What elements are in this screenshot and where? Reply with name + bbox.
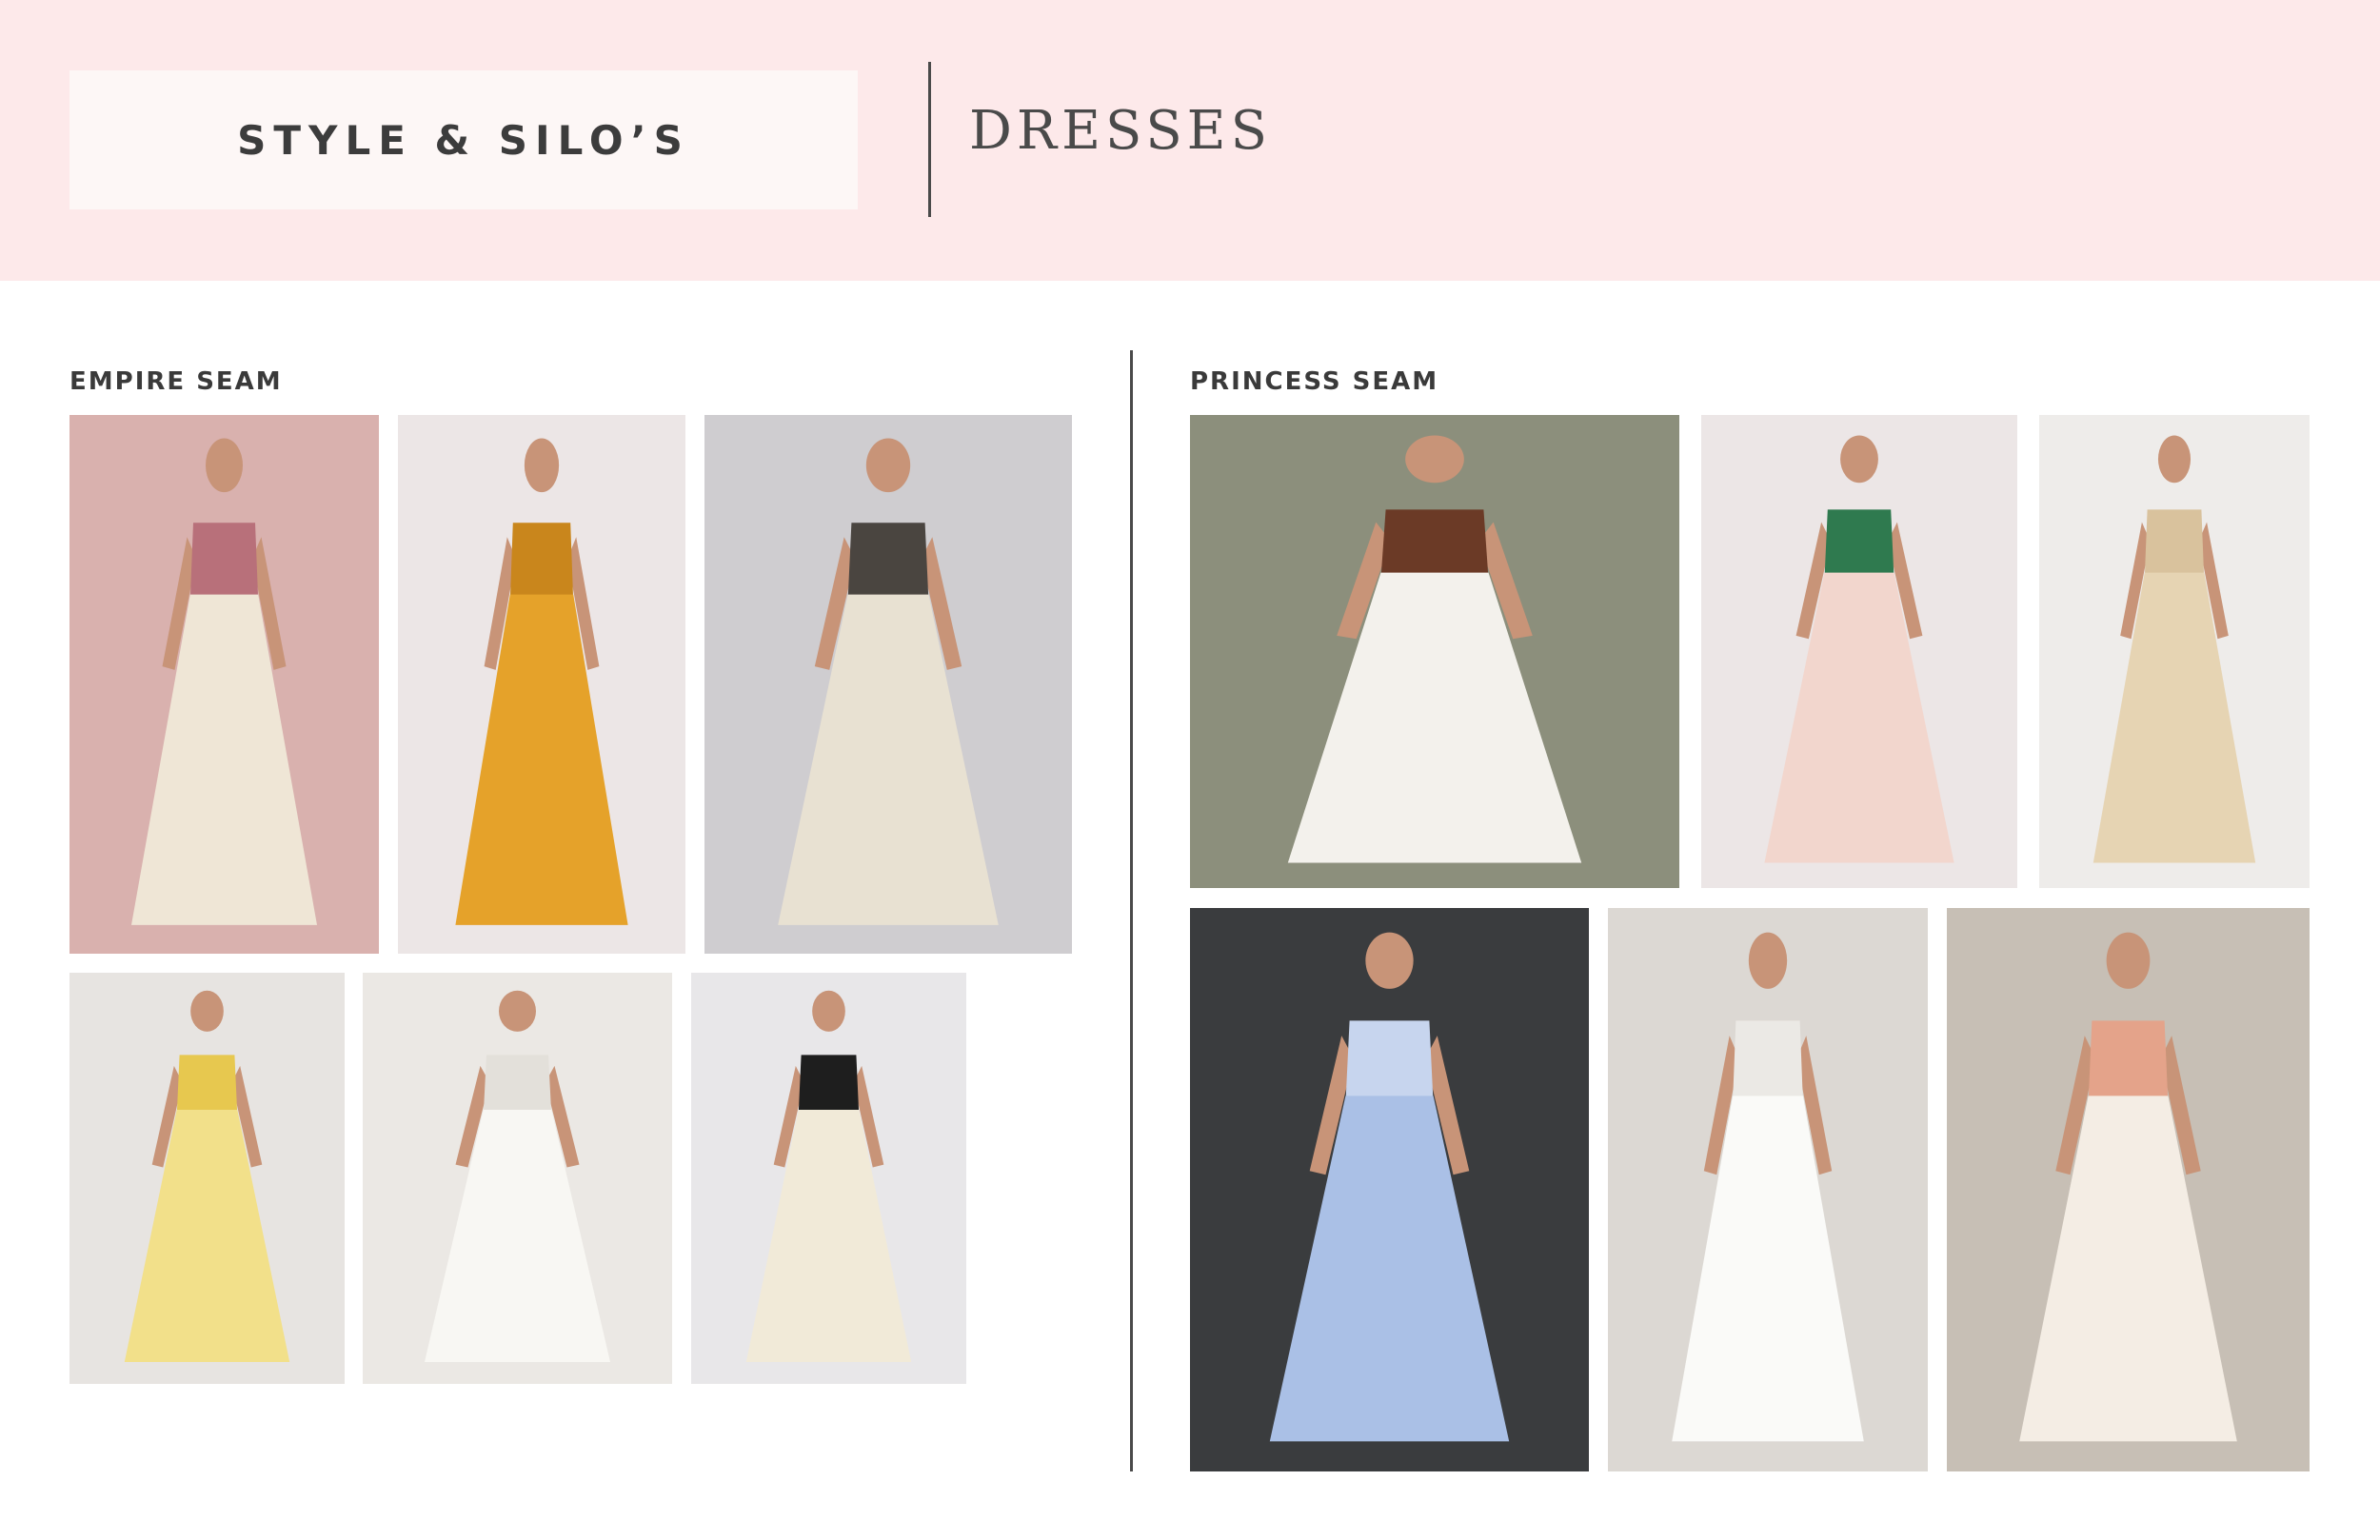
model-head xyxy=(1365,932,1414,989)
dress-photo-image xyxy=(1701,415,2017,888)
dress-photo-image xyxy=(704,415,1072,954)
brand-title: STYLE & SILO’S xyxy=(237,116,690,164)
dress-bodice xyxy=(189,523,259,602)
dress-bodice xyxy=(1345,1020,1434,1104)
model-head xyxy=(206,438,243,493)
dress-bodice xyxy=(1824,509,1894,580)
brand-box: STYLE & SILO’S xyxy=(69,70,858,209)
dress-bodice xyxy=(509,523,574,602)
category-title: DRESSES xyxy=(969,100,1272,162)
model-head xyxy=(2157,435,2192,484)
model-head xyxy=(1748,932,1788,989)
model-head xyxy=(1405,435,1464,484)
section-label-empire-seam: EMPIRE SEAM xyxy=(69,367,283,396)
page-header: STYLE & SILO’S DRESSES xyxy=(0,0,2380,281)
dress-bodice xyxy=(798,1055,860,1116)
model-head xyxy=(190,990,224,1032)
dress-bodice xyxy=(176,1055,238,1116)
dress-photo[interactable] xyxy=(1947,908,2310,1471)
model-head xyxy=(2106,932,2151,989)
dress-photo[interactable] xyxy=(704,415,1072,954)
model-head xyxy=(499,990,536,1032)
dress-bodice xyxy=(2088,1020,2169,1104)
dress-photo-image xyxy=(2039,415,2310,888)
dress-photo[interactable] xyxy=(2039,415,2310,888)
dress-photo-image xyxy=(1947,908,2310,1471)
dress-photo[interactable] xyxy=(69,973,345,1384)
section-divider xyxy=(1130,350,1133,1471)
dress-photo[interactable] xyxy=(363,973,672,1384)
dress-photo-image xyxy=(1608,908,1928,1471)
dress-bodice xyxy=(847,523,929,602)
dress-bodice xyxy=(1733,1020,1803,1104)
model-head xyxy=(524,438,560,493)
dress-photo-image xyxy=(1190,415,1679,888)
header-divider xyxy=(928,62,931,217)
model-head xyxy=(865,438,911,493)
dress-photo[interactable] xyxy=(1701,415,2017,888)
dress-photo[interactable] xyxy=(1190,415,1679,888)
dress-bodice xyxy=(483,1055,552,1116)
dress-bodice xyxy=(1380,509,1489,580)
dress-photo[interactable] xyxy=(1608,908,1928,1471)
dress-photo-image xyxy=(1190,908,1589,1471)
dress-photo-image xyxy=(398,415,685,954)
dress-photo-image xyxy=(691,973,966,1384)
dress-photo[interactable] xyxy=(69,415,379,954)
dress-photo-image xyxy=(363,973,672,1384)
section-label-princess-seam: PRINCESS SEAM xyxy=(1190,367,1439,396)
dress-bodice xyxy=(2144,509,2205,580)
model-head xyxy=(1840,435,1878,484)
dress-photo-image xyxy=(69,415,379,954)
dress-photo-image xyxy=(69,973,345,1384)
model-head xyxy=(812,990,845,1032)
dress-photo[interactable] xyxy=(691,973,966,1384)
dress-photo[interactable] xyxy=(1190,908,1589,1471)
dress-photo[interactable] xyxy=(398,415,685,954)
